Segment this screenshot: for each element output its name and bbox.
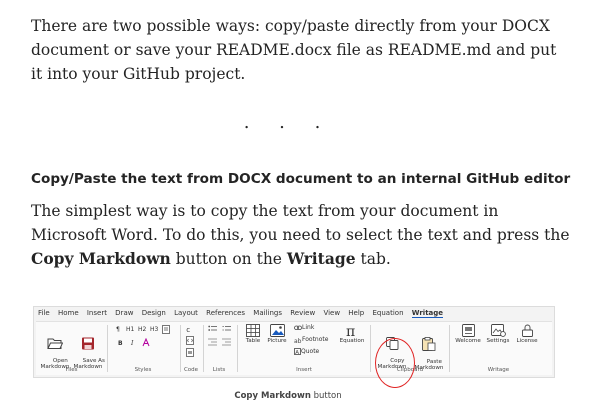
quote-label: Quote: [301, 348, 320, 355]
code-file-icon[interactable]: [186, 348, 194, 359]
tab-draw[interactable]: Draw: [115, 309, 133, 317]
tab-design[interactable]: Design: [142, 309, 166, 317]
group-label-files: Files: [65, 367, 78, 373]
svg-text:c: c: [186, 326, 190, 333]
tab-writage[interactable]: Writage: [411, 309, 444, 318]
group-label-styles: Styles: [134, 367, 152, 373]
footnote-label: Footnote: [302, 336, 329, 343]
license-label: License: [516, 338, 538, 344]
group-divider: [237, 325, 238, 372]
bold-button[interactable]: B: [118, 340, 123, 347]
group-label-writage: Writage: [487, 367, 510, 373]
group-label-insert: Insert: [296, 367, 312, 373]
tab-file[interactable]: File: [38, 309, 50, 317]
tab-review[interactable]: Review: [290, 309, 315, 317]
folder-open-icon: [47, 338, 63, 349]
ribbon-panel: Open Markdown Save As Markdown Files ¶ H…: [36, 321, 552, 388]
equation-label: Equation: [339, 338, 365, 344]
group-divider: [180, 325, 181, 372]
settings-button[interactable]: Settings: [484, 324, 512, 345]
svg-text:A: A: [295, 350, 299, 355]
tab-equation[interactable]: Equation: [373, 309, 404, 317]
save-icon: [82, 337, 94, 350]
indent-increase-icon[interactable]: [222, 338, 231, 348]
picture-icon: [269, 324, 285, 337]
tab-mailings[interactable]: Mailings: [253, 309, 282, 317]
group-divider: [203, 325, 204, 372]
tab-insert[interactable]: Insert: [87, 309, 107, 317]
welcome-label: Welcome: [455, 338, 481, 344]
group-label-lists: Lists: [212, 367, 226, 373]
footnote-icon: ab: [294, 338, 302, 345]
paragraph-text-1: The simplest way is to copy the text fro…: [31, 202, 570, 244]
paragraph-button[interactable]: ¶: [116, 326, 120, 333]
tab-home[interactable]: Home: [58, 309, 79, 317]
caption-bold: Copy Markdown: [234, 391, 311, 401]
paragraph-text-3: tab.: [355, 250, 391, 268]
highlight-icon[interactable]: [142, 337, 151, 349]
word-ribbon-screenshot: File Home Insert Draw Design Layout Refe…: [33, 306, 555, 388]
caption-rest: button: [310, 391, 342, 401]
inline-code-icon[interactable]: c: [186, 325, 194, 335]
intro-paragraph: There are two possible ways: copy/paste …: [31, 17, 557, 83]
indent-decrease-icon[interactable]: [208, 338, 217, 348]
section-separator: . . .: [243, 112, 333, 133]
settings-label: Settings: [486, 338, 510, 344]
heading3-button[interactable]: H3: [150, 326, 158, 333]
bullet-list-icon[interactable]: [208, 325, 217, 335]
numbered-list-icon[interactable]: [222, 325, 231, 335]
lock-icon: [521, 324, 533, 337]
heading1-button[interactable]: H1: [126, 326, 134, 333]
footnote-button[interactable]: ab Footnote: [294, 336, 329, 345]
section-heading: Copy/Paste the text from DOCX document t…: [31, 171, 571, 187]
svg-text:π: π: [346, 324, 355, 337]
paragraph-button-name: Copy Markdown: [31, 249, 171, 268]
table-label: Table: [245, 338, 261, 344]
license-button[interactable]: License: [513, 324, 541, 345]
svg-text:ab: ab: [294, 338, 302, 343]
code-block-icon[interactable]: [186, 336, 194, 347]
group-divider: [449, 325, 450, 372]
styles-gallery-icon[interactable]: [162, 325, 170, 336]
tab-help[interactable]: Help: [348, 309, 364, 317]
link-icon: [294, 325, 302, 330]
settings-icon: [490, 324, 506, 337]
tab-view[interactable]: View: [323, 309, 340, 317]
pi-icon: π: [346, 324, 355, 337]
welcome-button[interactable]: Welcome: [453, 324, 483, 345]
tab-references[interactable]: References: [206, 309, 245, 317]
tab-layout[interactable]: Layout: [174, 309, 198, 317]
link-label: Link: [302, 324, 315, 331]
welcome-icon: [461, 324, 475, 337]
picture-label: Picture: [267, 338, 287, 344]
group-label-code: Code: [183, 367, 199, 373]
figure-caption: Copy Markdown button: [0, 391, 576, 401]
quote-button[interactable]: A Quote: [294, 348, 320, 356]
group-divider: [107, 325, 108, 372]
highlight-circle: [375, 338, 415, 388]
paragraph-text-2: button on the: [170, 250, 287, 268]
picture-button[interactable]: Picture: [265, 324, 289, 345]
table-button[interactable]: Table: [242, 324, 264, 345]
group-divider: [370, 325, 371, 372]
link-button[interactable]: Link: [294, 324, 314, 331]
paragraph-tab-name: Writage: [286, 249, 356, 268]
quote-icon: A: [294, 348, 301, 356]
section-paragraph: The simplest way is to copy the text fro…: [31, 199, 571, 271]
heading2-button[interactable]: H2: [138, 326, 146, 333]
table-icon: [246, 324, 260, 337]
paste-icon: [422, 337, 436, 351]
equation-button[interactable]: π Equation: [336, 324, 368, 345]
ribbon-tab-bar: File Home Insert Draw Design Layout Refe…: [38, 309, 449, 321]
italic-button[interactable]: I: [131, 340, 133, 347]
